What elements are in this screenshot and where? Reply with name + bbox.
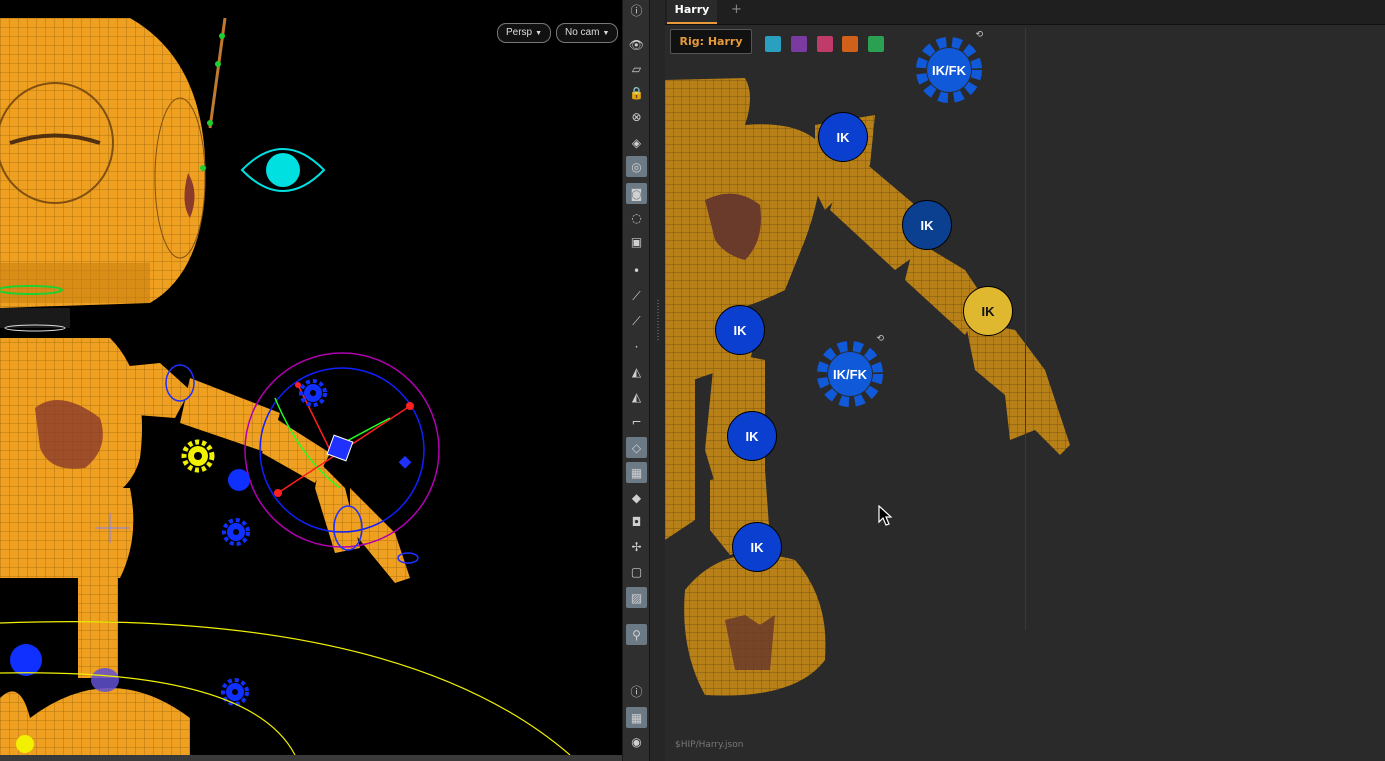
view-icon[interactable]: 👁 [626,34,647,55]
color-swatch-green[interactable] [868,36,884,52]
camera-icon[interactable]: ◙ [626,183,647,204]
refresh-icon: ⟲ [876,334,884,344]
shading-icon[interactable]: ◈ [626,132,647,153]
edge-icon[interactable]: ⟋ [626,286,647,307]
camera-dropdown[interactable]: No cam ▼ [556,23,619,43]
mouse-cursor-icon [878,505,892,526]
normals-icon[interactable]: ⌐ [626,411,647,432]
frame-icon[interactable]: ▢ [626,561,647,582]
chevron-down-icon: ▼ [535,30,543,37]
lock-icon[interactable]: 🔒 [626,82,647,103]
rig-picker-panel: Harry + Rig: Harry IK/FK ⟲ IK/FK ⟲ IK IK… [665,0,1385,761]
object-icon[interactable]: ◘ [626,511,647,532]
rig-selector[interactable]: Rig: Harry [670,29,752,54]
snap-icon[interactable]: ✢ [626,536,647,557]
info-icon[interactable]: ⓘ [626,0,647,21]
point-number-icon[interactable]: · [626,336,647,357]
knee-ik-control[interactable]: IK [727,411,777,461]
render-icon[interactable]: ▣ [626,231,647,252]
pin-icon[interactable]: ⚲ [626,624,647,645]
viewport-bottom-bar [0,755,622,761]
ikfk-label: IK/FK [833,366,867,382]
info-circle-icon[interactable]: ⓘ [626,681,647,702]
layer-icon[interactable]: ◆ [626,487,647,508]
checker-icon[interactable]: ▦ [626,462,647,483]
primitive-icon[interactable]: ◭ [626,361,647,382]
viewport-top-bar [0,0,622,18]
primitive-number-icon[interactable]: ◭ [626,386,647,407]
perspective-label: Persp [506,27,533,38]
color-swatch-purple[interactable] [791,36,807,52]
eye-icon[interactable]: ◉ [626,731,647,752]
3d-viewport[interactable]: Persp ▼ No cam ▼ [0,18,622,755]
camera-label: No cam [565,27,600,38]
ikfk-switch-leg[interactable]: IK/FK ⟲ [816,334,884,408]
ankle-ik-control[interactable]: IK [732,522,782,572]
point-icon[interactable]: • [626,260,647,281]
display-icon[interactable]: ▱ [626,58,647,79]
picker-file-path: $HIP/Harry.json [675,740,744,750]
light-bulb-icon[interactable]: ◎ [626,156,647,177]
grid-icon[interactable]: ▦ [626,707,647,728]
chevron-down-icon: ▼ [602,30,610,37]
brush-icon[interactable]: ⟋ [626,311,647,332]
visibility-icon[interactable]: ◌ [626,207,647,228]
refresh-icon: ⟲ [975,30,983,40]
divider-grip[interactable] [657,300,659,340]
wrist-ik-control[interactable]: IK [963,286,1013,336]
elbow-ik-control[interactable]: IK [902,200,952,250]
color-swatch-orange[interactable] [842,36,858,52]
shoulder-ik-control[interactable]: IK [818,112,868,162]
hip-ik-control[interactable]: IK [715,305,765,355]
perspective-dropdown[interactable]: Persp ▼ [497,23,552,43]
color-swatch-cyan[interactable] [765,36,781,52]
ikfk-label: IK/FK [932,62,966,78]
wire-icon[interactable]: ◇ [626,437,647,458]
light-off-icon[interactable]: ⊗ [626,106,647,127]
guide-line [1025,28,1026,630]
ikfk-switch-arm[interactable]: IK/FK ⟲ [915,30,983,104]
color-swatch-pink[interactable] [817,36,833,52]
background-image-icon[interactable]: ▨ [626,587,647,608]
viewport-toolbar: ⓘ 👁 ▱ 🔒 ⊗ ◈ ◎ ◙ ◌ ▣ • ⟋ ⟋ · ◭ ◭ ⌐ ◇ ▦ ◆ … [622,0,650,761]
viewport-scene [0,18,571,755]
